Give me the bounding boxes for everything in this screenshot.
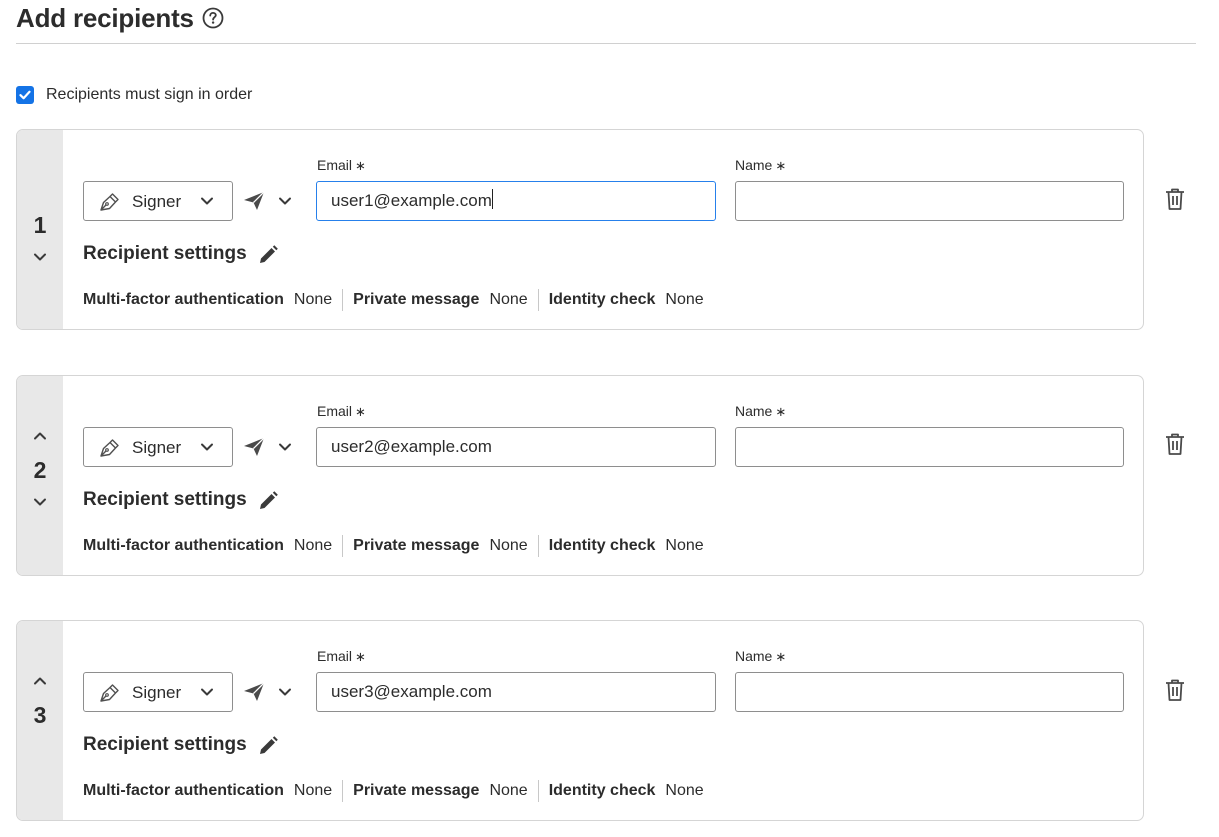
mfa-label: Multi-factor authentication xyxy=(83,291,284,308)
move-down-chevron-icon[interactable] xyxy=(32,497,48,507)
delivery-method-dropdown[interactable] xyxy=(241,681,295,705)
mfa-value: None xyxy=(293,291,333,308)
recipient-order-column: 1 xyxy=(17,130,63,329)
identity-check-label: Identity check xyxy=(548,782,656,799)
email-field[interactable]: user2@example.com xyxy=(316,427,716,467)
paper-plane-icon xyxy=(244,191,265,210)
pencil-icon[interactable] xyxy=(257,244,279,266)
delivery-method-dropdown[interactable] xyxy=(241,436,295,460)
divider xyxy=(537,289,539,311)
fountain-pen-icon xyxy=(100,684,119,702)
recipient-settings-summary: Multi-factor authentication None Private… xyxy=(83,779,704,803)
sign-in-order-checkbox[interactable] xyxy=(16,86,34,104)
name-field[interactable] xyxy=(735,672,1124,712)
sign-in-order-option: Recipients must sign in order xyxy=(16,84,252,106)
identity-check-value: None xyxy=(665,782,704,799)
divider xyxy=(342,289,344,311)
mfa-label: Multi-factor authentication xyxy=(83,537,284,554)
role-label: Signer xyxy=(132,438,182,457)
mfa-label: Multi-factor authentication xyxy=(83,782,284,799)
pencil-icon[interactable] xyxy=(257,735,279,757)
paper-plane-icon xyxy=(244,437,265,456)
private-message-value: None xyxy=(489,782,528,799)
sign-in-order-label: Recipients must sign in order xyxy=(46,86,253,103)
identity-check-value: None xyxy=(665,537,704,554)
recipient-card-2: 2 Signer Email ∗ user2@example.com Name ∗ … xyxy=(16,375,1144,576)
chevron-down-icon xyxy=(279,688,291,696)
role-dropdown[interactable]: Signer xyxy=(83,672,233,712)
page-header: Add recipients xyxy=(16,0,1196,44)
fountain-pen-icon xyxy=(100,439,119,457)
trash-icon[interactable] xyxy=(1164,432,1186,456)
text-caret xyxy=(491,189,493,209)
private-message-label: Private message xyxy=(353,537,480,554)
name-field-label: Name ∗ xyxy=(735,648,787,664)
private-message-label: Private message xyxy=(353,291,480,308)
mfa-value: None xyxy=(293,537,333,554)
recipient-card-1: 1 Signer Email ∗ user1@example.com Name ∗ … xyxy=(16,129,1144,330)
checkmark-icon xyxy=(19,90,31,100)
recipient-number: 3 xyxy=(33,702,47,728)
divider xyxy=(342,780,344,802)
recipient-settings-title: Recipient settings xyxy=(83,243,247,264)
chevron-down-icon xyxy=(201,197,213,205)
help-circle-icon[interactable] xyxy=(202,7,224,29)
chevron-down-icon xyxy=(201,688,213,696)
divider xyxy=(537,535,539,557)
identity-check-label: Identity check xyxy=(548,537,656,554)
fountain-pen-icon xyxy=(100,193,119,211)
role-dropdown[interactable]: Signer xyxy=(83,181,233,221)
email-field-label: Email ∗ xyxy=(317,648,366,664)
mfa-value: None xyxy=(293,782,333,799)
chevron-down-icon xyxy=(201,443,213,451)
email-field[interactable]: user3@example.com xyxy=(316,672,716,712)
recipient-order-column: 2 xyxy=(17,376,63,575)
email-field-label: Email ∗ xyxy=(317,157,366,173)
divider xyxy=(342,535,344,557)
page-title: Add recipients xyxy=(16,3,194,33)
paper-plane-icon xyxy=(244,682,265,701)
private-message-label: Private message xyxy=(353,782,480,799)
name-field-label: Name ∗ xyxy=(735,403,787,419)
recipient-card-3: 3 Signer Email ∗ user3@example.com Name ∗ … xyxy=(16,620,1144,821)
recipient-number: 1 xyxy=(33,212,47,238)
role-label: Signer xyxy=(132,192,182,211)
email-field-label: Email ∗ xyxy=(317,403,366,419)
name-field[interactable] xyxy=(735,427,1124,467)
move-up-chevron-icon[interactable] xyxy=(32,431,48,441)
recipient-number: 2 xyxy=(33,457,47,483)
trash-icon[interactable] xyxy=(1164,187,1186,211)
identity-check-label: Identity check xyxy=(548,291,656,308)
chevron-down-icon xyxy=(279,197,291,205)
move-down-chevron-icon[interactable] xyxy=(32,252,48,262)
delivery-method-dropdown[interactable] xyxy=(241,190,295,214)
email-field[interactable]: user1@example.com xyxy=(316,181,716,221)
move-up-chevron-icon[interactable] xyxy=(32,676,48,686)
pencil-icon[interactable] xyxy=(257,490,279,512)
recipient-settings-summary: Multi-factor authentication None Private… xyxy=(83,288,704,312)
name-field[interactable] xyxy=(735,181,1124,221)
recipient-settings-title: Recipient settings xyxy=(83,734,247,755)
identity-check-value: None xyxy=(665,291,704,308)
recipient-settings-title: Recipient settings xyxy=(83,489,247,510)
role-dropdown[interactable]: Signer xyxy=(83,427,233,467)
private-message-value: None xyxy=(489,537,528,554)
divider xyxy=(537,780,539,802)
private-message-value: None xyxy=(489,291,528,308)
trash-icon[interactable] xyxy=(1164,678,1186,702)
chevron-down-icon xyxy=(279,443,291,451)
name-field-label: Name ∗ xyxy=(735,157,787,173)
recipient-settings-summary: Multi-factor authentication None Private… xyxy=(83,534,704,558)
role-label: Signer xyxy=(132,683,182,702)
recipient-order-column: 3 xyxy=(17,621,63,820)
